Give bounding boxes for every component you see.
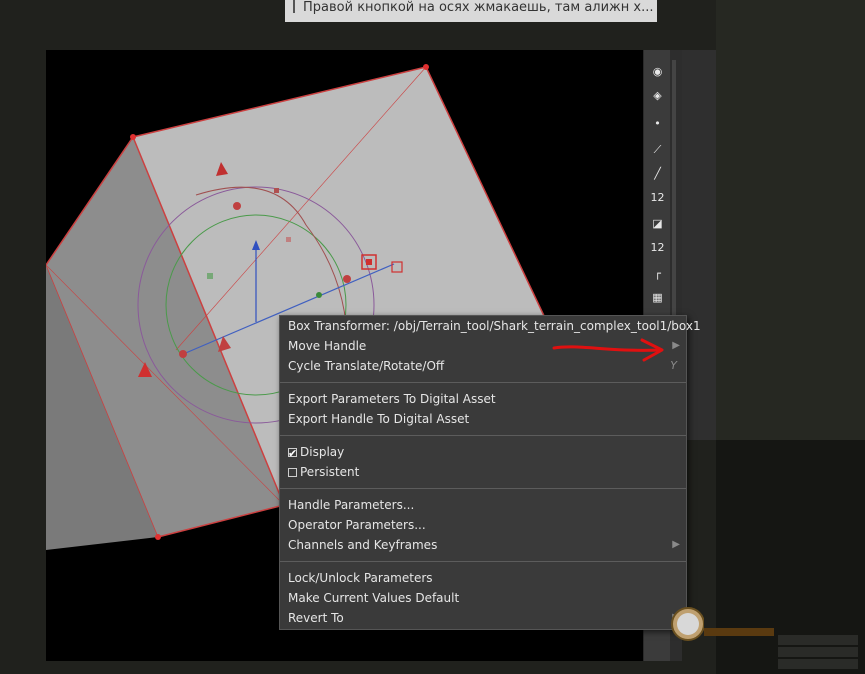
menu-item-label: Revert To: [288, 611, 344, 625]
node-bar: [704, 628, 774, 636]
side-panel-strip: [682, 50, 716, 440]
menu-item-persistent[interactable]: Persistent: [280, 462, 686, 482]
box-corner-handle[interactable]: [155, 534, 161, 540]
quote-bar: [293, 0, 295, 13]
menu-item-label: Export Handle To Digital Asset: [288, 412, 470, 426]
menu-item-export-handle[interactable]: Export Handle To Digital Asset: [280, 409, 686, 429]
menu-item-channels-keyframes[interactable]: Channels and Keyframes ▶: [280, 535, 686, 555]
menu-item-box-transformer[interactable]: Box Transformer: /obj/Terrain_tool/Shark…: [280, 316, 701, 336]
menu-shortcut: Y: [670, 359, 677, 372]
menu-item-label: Cycle Translate/Rotate/Off: [288, 359, 445, 373]
grid-icon[interactable]: ▦: [648, 288, 667, 307]
submenu-arrow-icon: ▶: [672, 340, 680, 351]
scale-handle-core[interactable]: [366, 259, 372, 265]
menu-separator: [280, 382, 686, 383]
menu-item-revert-to[interactable]: Revert To ▶: [280, 608, 686, 628]
menu-item-label: Channels and Keyframes: [288, 538, 438, 552]
handle-sphere[interactable]: [343, 275, 351, 283]
menu-item-label: Operator Parameters...: [288, 518, 426, 532]
box-corner-handle[interactable]: [423, 64, 429, 70]
annotation-arrow-icon: [552, 338, 664, 362]
menu-separator: [280, 561, 686, 562]
menu-item-label: Persistent: [300, 465, 360, 479]
corner-icon[interactable]: ┌: [648, 264, 667, 283]
side-panel-background: [716, 0, 865, 440]
number-12-icon[interactable]: 12: [648, 188, 667, 207]
menu-item-export-parameters[interactable]: Export Parameters To Digital Asset: [280, 389, 686, 409]
menu-item-operator-parameters[interactable]: Operator Parameters...: [280, 515, 686, 535]
submenu-arrow-icon: ▶: [672, 539, 680, 550]
menu-item-make-default[interactable]: Make Current Values Default: [280, 588, 686, 608]
label-12-icon[interactable]: 12: [648, 238, 667, 257]
point-icon[interactable]: •: [648, 114, 667, 133]
handle-sphere-green[interactable]: [316, 292, 322, 298]
menu-item-handle-parameters[interactable]: Handle Parameters...: [280, 495, 686, 515]
menu-item-label: Lock/Unlock Parameters: [288, 571, 433, 585]
menu-item-label: Box Transformer: /obj/Terrain_tool/Shark…: [288, 319, 701, 333]
display-icon[interactable]: ◈: [648, 86, 667, 105]
pivot-marker: [274, 188, 279, 193]
chat-message-banner: Правой кнопкой на осях жмакаешь, там али…: [285, 0, 657, 22]
menu-separator: [280, 488, 686, 489]
view-icon[interactable]: ◉: [648, 62, 667, 81]
menu-item-label: Export Parameters To Digital Asset: [288, 392, 496, 406]
node-knob-icon: [671, 607, 704, 641]
handle-sphere[interactable]: [233, 202, 241, 210]
box-corner-handle[interactable]: [130, 134, 136, 140]
menu-item-label: Move Handle: [288, 339, 367, 353]
number-12-label: 12: [650, 191, 665, 204]
menu-item-label: Make Current Values Default: [288, 591, 460, 605]
pivot-marker: [286, 237, 291, 242]
menu-item-label: Handle Parameters...: [288, 498, 415, 512]
paint-icon[interactable]: ◪: [648, 214, 667, 233]
pin-icon[interactable]: ╱: [648, 164, 667, 183]
menu-item-display[interactable]: Display: [280, 442, 686, 464]
persistent-checkbox[interactable]: [288, 468, 297, 477]
display-checkbox[interactable]: [288, 444, 297, 464]
chat-message-text: Правой кнопкой на осях жмакаешь, там али…: [303, 0, 654, 15]
network-node-labels: [778, 635, 858, 671]
menu-item-lock-unlock[interactable]: Lock/Unlock Parameters: [280, 568, 686, 588]
brush-icon[interactable]: ⟋: [648, 140, 667, 159]
menu-item-label: Display: [300, 445, 345, 459]
pivot-marker: [207, 273, 213, 279]
handle-sphere[interactable]: [179, 350, 187, 358]
menu-separator: [280, 435, 686, 436]
label-12-label: 12: [650, 241, 665, 254]
